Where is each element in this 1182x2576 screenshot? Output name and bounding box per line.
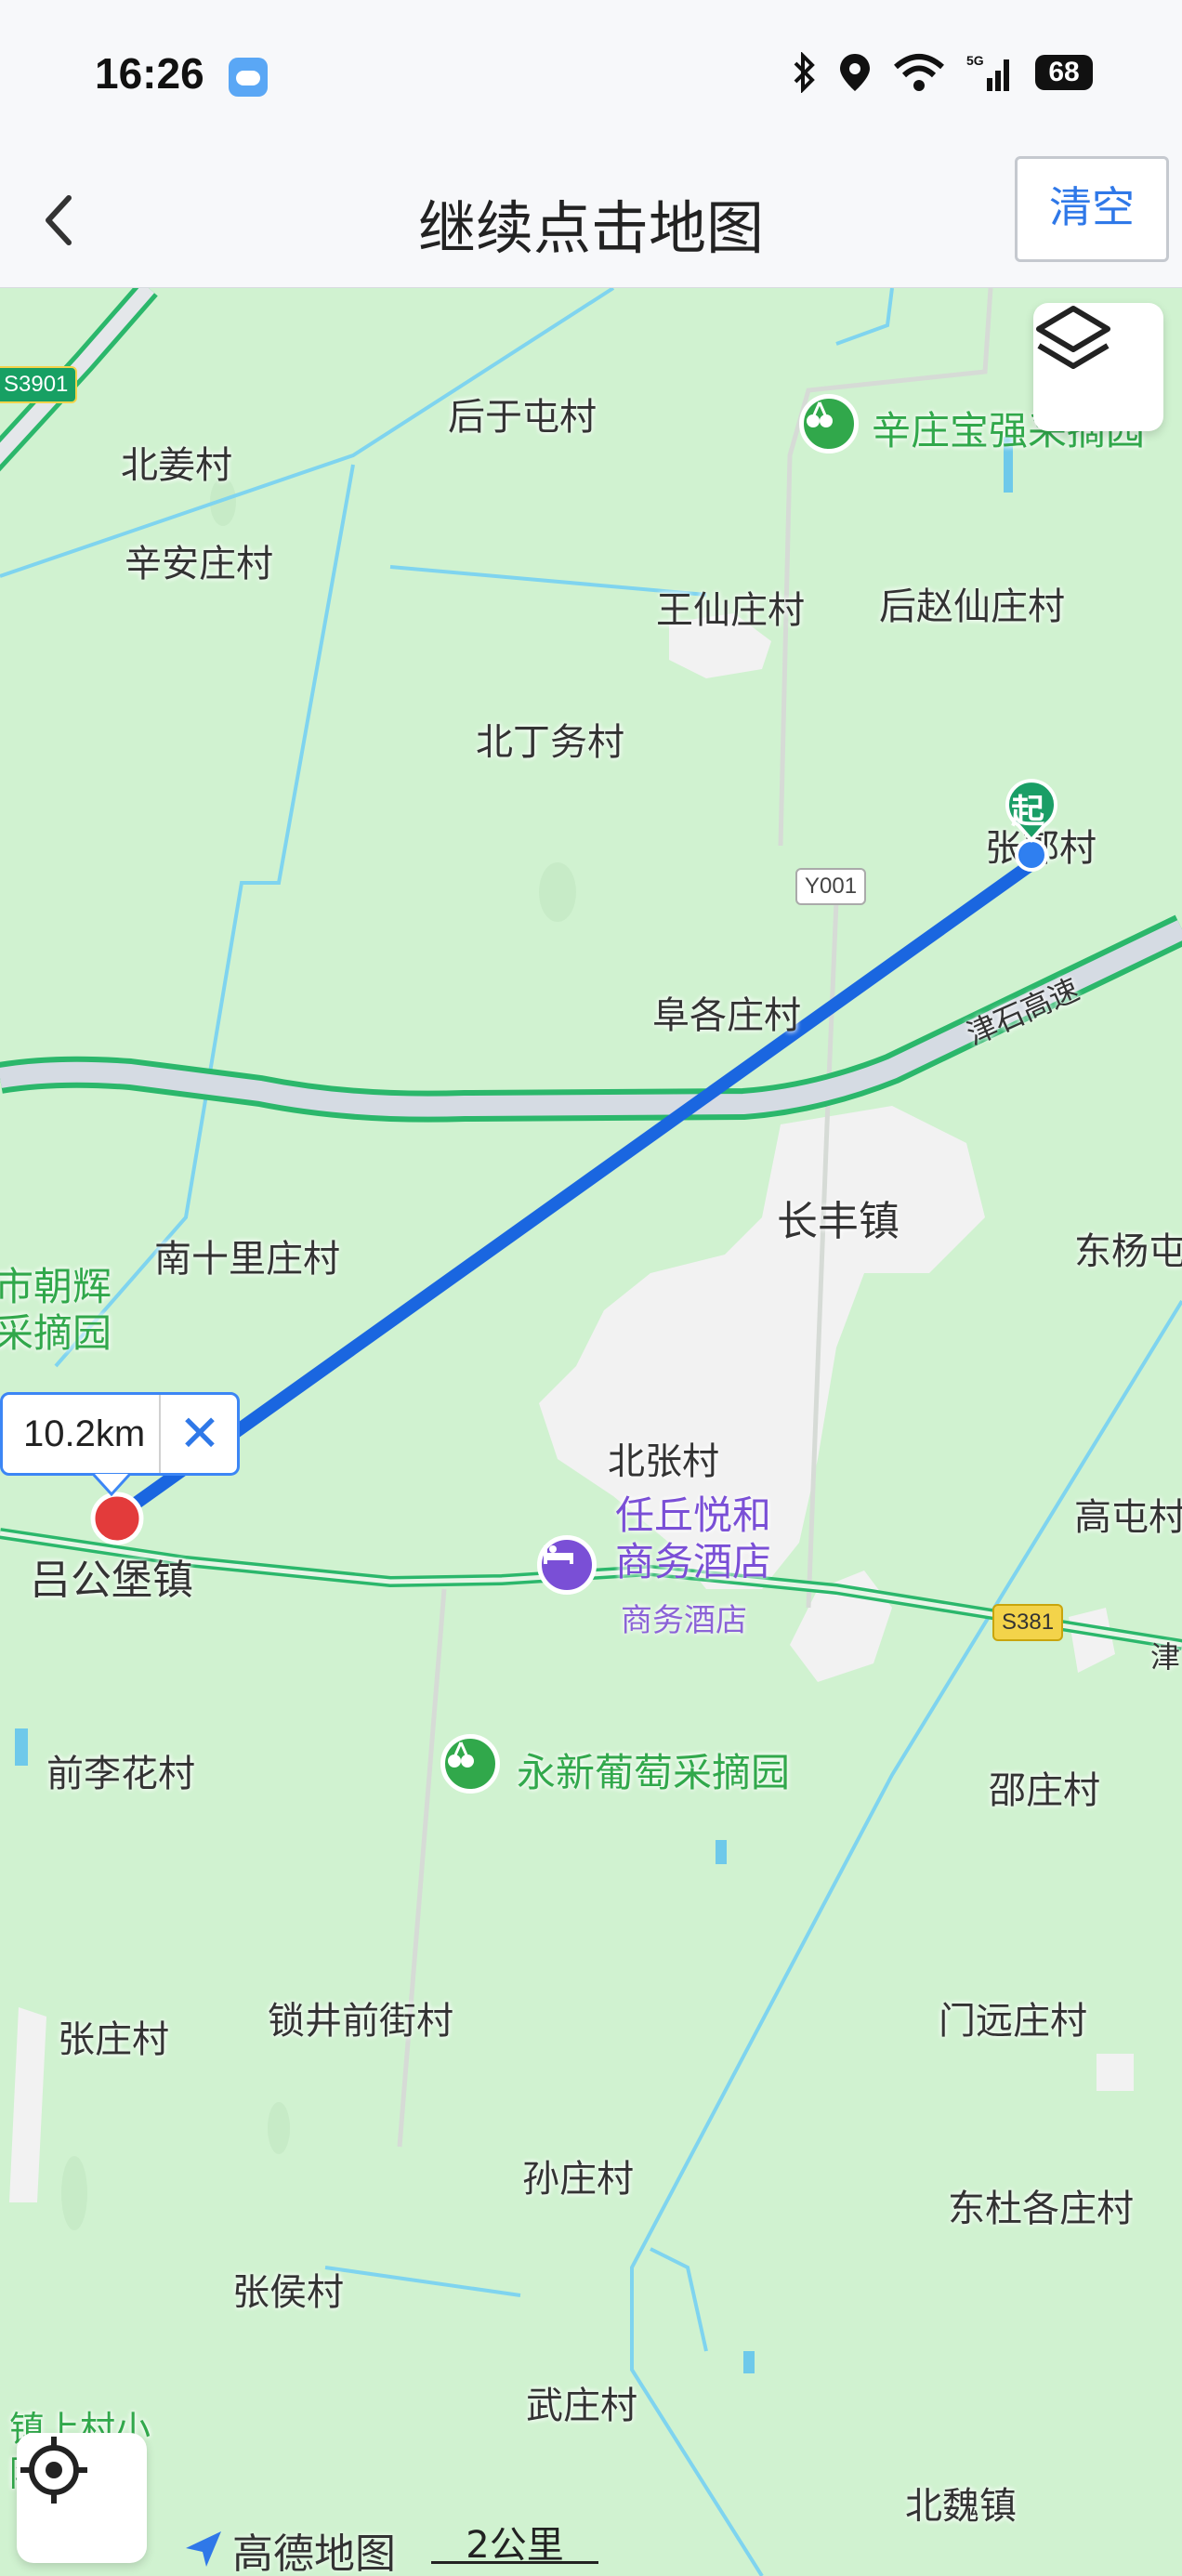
place-label: 南十里庄村 [154, 1238, 340, 1281]
road-label: 津 [1150, 1639, 1181, 1675]
place-label: 后于屯村 [448, 396, 597, 439]
place-label: 辛安庄村 [125, 543, 273, 585]
scale-bar [431, 2561, 598, 2564]
hotel-type-label: 商务酒店 [621, 1602, 747, 1639]
distance-popup: 10.2km ✕ [0, 1392, 240, 1476]
hotel-poi-icon[interactable] [537, 1535, 597, 1595]
place-label: 吕公堡镇 [30, 1557, 193, 1604]
signal-5g-icon: 5G [966, 53, 1009, 91]
orchard-poi-icon[interactable] [440, 1734, 500, 1794]
place-label: 孙庄村 [522, 2158, 634, 2201]
place-label: 邵庄村 [989, 1769, 1100, 1812]
place-label: 东杨屯 [1074, 1230, 1182, 1273]
distance-value: 10.2km [23, 1413, 146, 1454]
place-label: 王仙庄村 [656, 589, 805, 632]
map-canvas[interactable]: S3901 Y001 S381 后于屯村 北姜村 辛安庄村 王仙庄村 后赵仙庄村… [0, 288, 1182, 2576]
crosshair-icon [20, 2437, 87, 2504]
poi-label[interactable]: 永新葡萄采摘园 [517, 1741, 790, 1798]
place-label: 门远庄村 [939, 2000, 1087, 2043]
place-label: 武庄村 [526, 2385, 637, 2427]
delete-point-button[interactable]: ✕ [159, 1395, 239, 1473]
page-header: 继续点击地图 清空 [0, 153, 1182, 288]
road-badge-s381: S381 [992, 1604, 1064, 1641]
place-label: 东杜各庄村 [948, 2188, 1134, 2230]
status-time: 16:26 [95, 49, 204, 98]
layers-icon [1036, 306, 1110, 369]
status-icons: 5G 68 [792, 52, 1093, 93]
battery-indicator: 68 [1035, 55, 1093, 90]
end-marker-icon [90, 1492, 144, 1545]
bed-icon [544, 1545, 573, 1564]
place-label: 锁井前街村 [268, 2000, 453, 2043]
clear-button[interactable]: 清空 [1015, 156, 1169, 262]
hotel-name-label[interactable]: 任丘悦和 商务酒店 [615, 1492, 771, 1585]
bluetooth-icon [794, 52, 815, 93]
place-label: 高屯村 [1074, 1496, 1182, 1539]
place-label: 北魏镇 [905, 2485, 1017, 2528]
page-title: 继续点击地图 [417, 194, 764, 262]
map-logo: 高德地图 [232, 2530, 396, 2576]
road-badge-y001: Y001 [795, 868, 867, 905]
locate-button[interactable] [17, 2433, 147, 2563]
cherry-icon [807, 401, 833, 427]
amap-logo-icon [186, 2531, 221, 2567]
place-label: 前李花村 [46, 1753, 195, 1795]
cherry-icon [448, 1741, 474, 1768]
poi-label: 市朝辉 采摘园 [0, 1264, 112, 1356]
popup-pointer [93, 1474, 130, 1496]
svg-text:5G: 5G [966, 53, 984, 68]
place-label: 北张村 [608, 1440, 719, 1483]
place-label: 张侯村 [232, 2271, 344, 2314]
orchard-poi-icon[interactable] [799, 394, 859, 453]
status-bar: 16:26 5G 68 [0, 0, 1182, 153]
place-label: 北姜村 [121, 444, 232, 487]
layers-button[interactable] [1033, 303, 1163, 431]
place-label: 张庄村 [58, 2018, 169, 2061]
start-marker-label: 起 [1011, 793, 1045, 831]
location-icon [840, 54, 870, 91]
place-label: 阜各庄村 [652, 994, 801, 1037]
place-label: 北丁务村 [476, 721, 624, 764]
place-label: 后赵仙庄村 [879, 585, 1065, 628]
place-label: 长丰镇 [777, 1198, 900, 1245]
road-badge-s3901: S3901 [0, 366, 78, 403]
weather-icon [229, 58, 268, 97]
wifi-icon [894, 54, 944, 91]
